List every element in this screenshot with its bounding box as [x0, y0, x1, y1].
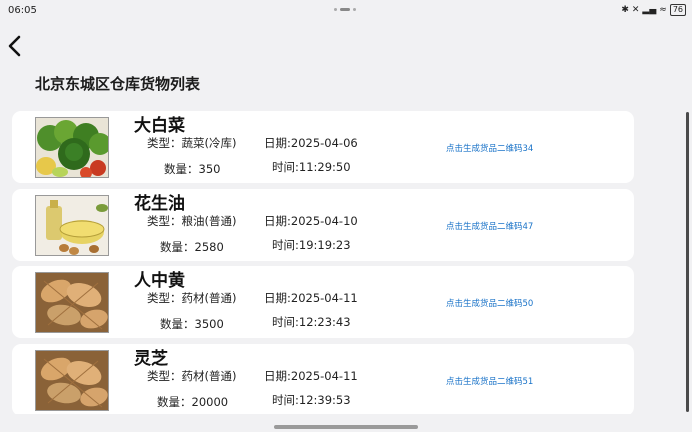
home-indicator[interactable] — [274, 425, 418, 429]
chevron-left-icon — [8, 35, 21, 57]
generate-qr-link[interactable]: 点击生成货品二维码34 — [446, 142, 533, 154]
goods-list[interactable]: 大白菜 类型：蔬菜(冷库) 日期:2025-04-06 数量：350 时间:11… — [12, 110, 634, 414]
signal-icon: ▂▄ — [642, 5, 657, 15]
item-name: 大白菜 — [134, 116, 185, 136]
scrollbar[interactable] — [686, 112, 689, 412]
item-name: 人中黄 — [134, 271, 185, 291]
generate-qr-link[interactable]: 点击生成货品二维码50 — [446, 297, 533, 309]
item-time: 时间:12:23:43 — [272, 315, 351, 329]
item-time: 时间:12:39:53 — [272, 393, 351, 407]
item-type: 类型：蔬菜(冷库) — [147, 136, 237, 150]
generate-qr-link[interactable]: 点击生成货品二维码51 — [446, 375, 533, 387]
item-quantity: 数量：20000 — [157, 395, 229, 409]
item-date: 日期:2025-04-10 — [264, 214, 358, 228]
mute-icon: ✕ — [631, 5, 640, 15]
item-name: 灵芝 — [134, 349, 168, 369]
status-icons: ✱ ✕ ▂▄ ≈ 76 — [621, 3, 686, 17]
herb-slices-photo — [35, 272, 109, 333]
item-time: 时间:11:29:50 — [272, 160, 351, 174]
item-date: 日期:2025-04-11 — [264, 291, 358, 305]
herb-slices-photo — [35, 350, 109, 411]
generate-qr-link[interactable]: 点击生成货品二维码47 — [446, 220, 533, 232]
item-type: 类型：粮油(普通) — [147, 214, 237, 228]
item-quantity: 数量：350 — [164, 162, 221, 176]
item-name: 花生油 — [134, 194, 185, 214]
vegetables-photo — [35, 117, 109, 178]
item-type: 类型：药材(普通) — [147, 369, 237, 383]
oil-photo — [35, 195, 109, 256]
bluetooth-icon: ✱ — [621, 5, 629, 15]
multitask-dots-icon — [334, 8, 358, 12]
status-time: 06:05 — [8, 5, 37, 16]
back-button[interactable] — [4, 34, 28, 58]
list-item[interactable]: 人中黄 类型：药材(普通) 日期:2025-04-11 数量：3500 时间:1… — [12, 266, 634, 338]
item-time: 时间:19:19:23 — [272, 238, 351, 252]
status-bar: 06:05 ✱ ✕ ▂▄ ≈ 76 — [0, 0, 692, 22]
item-date: 日期:2025-04-06 — [264, 136, 358, 150]
item-quantity: 数量：3500 — [160, 317, 224, 331]
item-quantity: 数量：2580 — [160, 240, 224, 254]
list-item[interactable]: 大白菜 类型：蔬菜(冷库) 日期:2025-04-06 数量：350 时间:11… — [12, 111, 634, 183]
list-item[interactable]: 灵芝 类型：药材(普通) 日期:2025-04-11 数量：20000 时间:1… — [12, 344, 634, 414]
wifi-icon: ≈ — [659, 5, 667, 15]
item-type: 类型：药材(普通) — [147, 291, 237, 305]
battery-indicator: 76 — [669, 4, 686, 16]
item-date: 日期:2025-04-11 — [264, 369, 358, 383]
list-item[interactable]: 花生油 类型：粮油(普通) 日期:2025-04-10 数量：2580 时间:1… — [12, 189, 634, 261]
page-title: 北京东城区仓库货物列表 — [35, 75, 201, 93]
